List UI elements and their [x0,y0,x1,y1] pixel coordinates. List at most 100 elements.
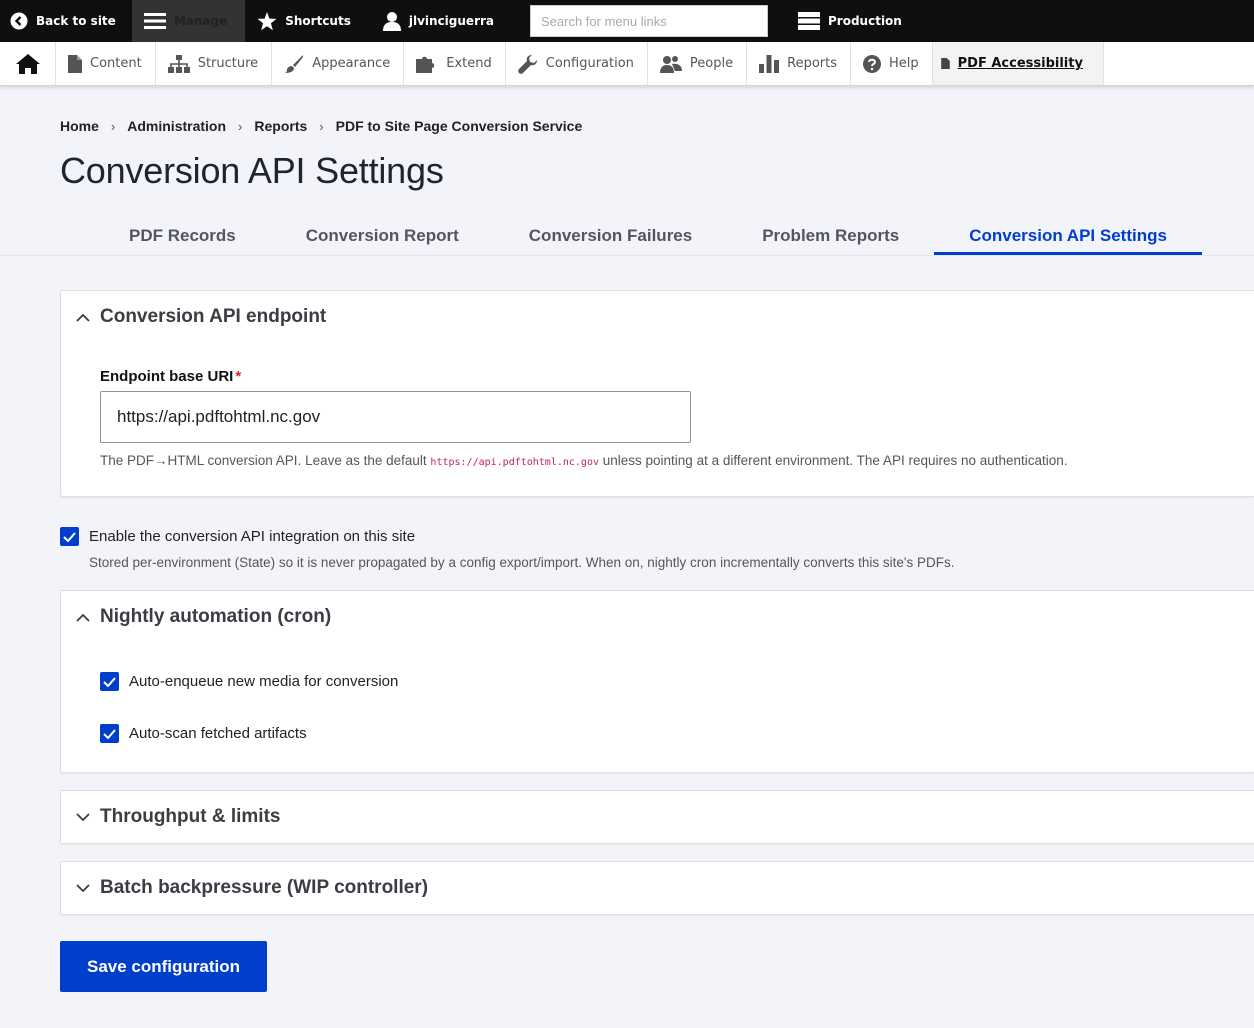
paintbrush-icon [285,54,304,73]
tab-pdf-records[interactable]: PDF Records [94,214,271,255]
breadcrumb-administration[interactable]: Administration [127,118,226,134]
backpressure-section-toggle[interactable]: Batch backpressure (WIP controller) [61,862,1254,914]
shortcuts-label: Shortcuts [285,14,351,28]
bar-chart-icon [759,54,780,73]
chevron-up-icon [76,610,90,624]
chevron-down-icon [76,881,90,895]
breadcrumb-separator: › [319,118,324,134]
endpoint-section-title: Conversion API endpoint [100,306,327,327]
environment-indicator[interactable]: Production [786,0,914,42]
enable-integration-field: Enable the conversion API integration on… [60,527,1254,570]
menu-item-pdf-accessibility-label: PDF Accessibility [957,56,1083,71]
user-icon [382,12,401,31]
help-icon [863,54,881,73]
people-icon [659,55,682,73]
endpoint-desc-code: https://api.pdftohtml.nc.gov [430,457,599,468]
menu-item-reports-label: Reports [787,56,837,71]
auto-enqueue-checkbox[interactable] [100,672,119,691]
endpoint-desc-text: The PDF→HTML conversion API. Leave as th… [100,453,431,468]
throughput-section: Throughput & limits [60,790,1254,844]
backpressure-section: Batch backpressure (WIP controller) [60,861,1254,915]
endpoint-field-description: The PDF→HTML conversion API. Leave as th… [100,453,1254,468]
breadcrumb-separator: › [238,118,243,134]
cron-section-title: Nightly automation (cron) [100,606,332,627]
menu-item-reports[interactable]: Reports [747,42,851,85]
file-icon [68,54,82,73]
admin-menu-tray: Content Structure Appearance Extend Conf… [0,42,1254,86]
back-to-site-link[interactable]: Back to site [0,0,132,42]
wrench-icon [518,54,537,74]
menu-item-pdf-accessibility[interactable]: PDF Accessibility [932,42,1104,85]
enable-integration-description: Stored per-environment (State) so it is … [89,555,955,570]
endpoint-section: Conversion API endpoint Endpoint base UR… [60,290,1254,497]
endpoint-section-toggle[interactable]: Conversion API endpoint [61,291,1254,343]
user-label: jlvinciguerra [408,14,494,28]
enable-integration-checkbox[interactable] [60,527,79,546]
enable-integration-label[interactable]: Enable the conversion API integration on… [89,528,415,545]
breadcrumb: Home › Administration › Reports › PDF to… [60,86,1254,134]
home-link[interactable] [0,42,56,85]
menu-item-appearance-label: Appearance [312,56,391,71]
settings-form: Conversion API endpoint Endpoint base UR… [0,290,1254,992]
menu-item-people[interactable]: People [648,42,748,85]
menu-item-appearance[interactable]: Appearance [272,42,405,85]
tab-problem-reports[interactable]: Problem Reports [727,214,934,255]
auto-enqueue-label[interactable]: Auto-enqueue new media for conversion [129,673,398,690]
environment-label: Production [828,14,902,28]
save-configuration-button[interactable]: Save configuration [60,941,267,992]
cron-section-toggle[interactable]: Nightly automation (cron) [61,591,1254,643]
menu-item-people-label: People [689,56,734,71]
tab-conversion-report[interactable]: Conversion Report [271,214,494,255]
auto-enqueue-option: Auto-enqueue new media for conversion [100,672,1254,691]
checkmark-icon [103,728,116,739]
endpoint-desc-text-after: unless pointing at a different environme… [599,453,1068,468]
required-marker: * [235,368,242,385]
menu-item-configuration[interactable]: Configuration [506,42,648,85]
sitemap-icon [167,54,190,73]
server-icon [798,12,820,30]
endpoint-uri-input[interactable] [100,391,691,443]
breadcrumb-home[interactable]: Home [60,118,99,134]
admin-toolbar: Back to site Manage Shortcuts jlvincigue… [0,0,1254,42]
breadcrumb-separator: › [110,118,116,134]
menu-item-content[interactable]: Content [56,42,156,85]
menu-item-structure-label: Structure [197,56,259,71]
back-arrow-icon [10,12,28,30]
page-header: Home › Administration › Reports › PDF to… [0,86,1254,256]
chevron-up-icon [76,310,90,324]
hamburger-icon [143,13,166,29]
throughput-section-title: Throughput & limits [100,806,281,827]
tab-conversion-api-settings[interactable]: Conversion API Settings [934,214,1202,255]
endpoint-field-label-text: Endpoint base URI [100,368,234,385]
checkmark-icon [103,676,116,687]
throughput-section-toggle[interactable]: Throughput & limits [61,791,1254,843]
menu-item-structure[interactable]: Structure [156,42,273,85]
user-tab[interactable]: jlvinciguerra [371,0,506,42]
local-tasks-tabs: PDF Records Conversion Report Conversion… [94,214,1254,255]
page-title: Conversion API Settings [60,150,444,191]
chevron-down-icon [76,810,90,824]
home-icon [15,53,40,74]
puzzle-icon [416,56,435,73]
backpressure-section-title: Batch backpressure (WIP controller) [100,877,429,898]
menu-item-help[interactable]: Help [851,42,933,85]
breadcrumb-reports[interactable]: Reports [254,118,307,134]
auto-scan-label[interactable]: Auto-scan fetched artifacts [129,725,307,742]
menu-item-extend-label: Extend [446,56,492,71]
menu-item-help-label: Help [889,56,919,71]
back-to-site-label: Back to site [36,14,116,28]
star-icon [257,11,277,30]
menu-item-extend[interactable]: Extend [404,42,506,85]
shortcuts-tab[interactable]: Shortcuts [245,0,363,42]
cron-section: Nightly automation (cron) Auto-enqueue n… [60,590,1254,773]
file-icon [940,58,950,69]
checkmark-icon [63,531,76,542]
breadcrumb-pdf-service[interactable]: PDF to Site Page Conversion Service [336,118,583,134]
menu-search-input[interactable] [530,5,768,37]
menu-item-configuration-label: Configuration [545,56,634,71]
menu-item-content-label: Content [90,56,142,71]
auto-scan-checkbox[interactable] [100,724,119,743]
tab-conversion-failures[interactable]: Conversion Failures [494,214,727,255]
endpoint-field-label: Endpoint base URI * [100,368,1254,385]
manage-tab[interactable]: Manage [131,0,246,42]
